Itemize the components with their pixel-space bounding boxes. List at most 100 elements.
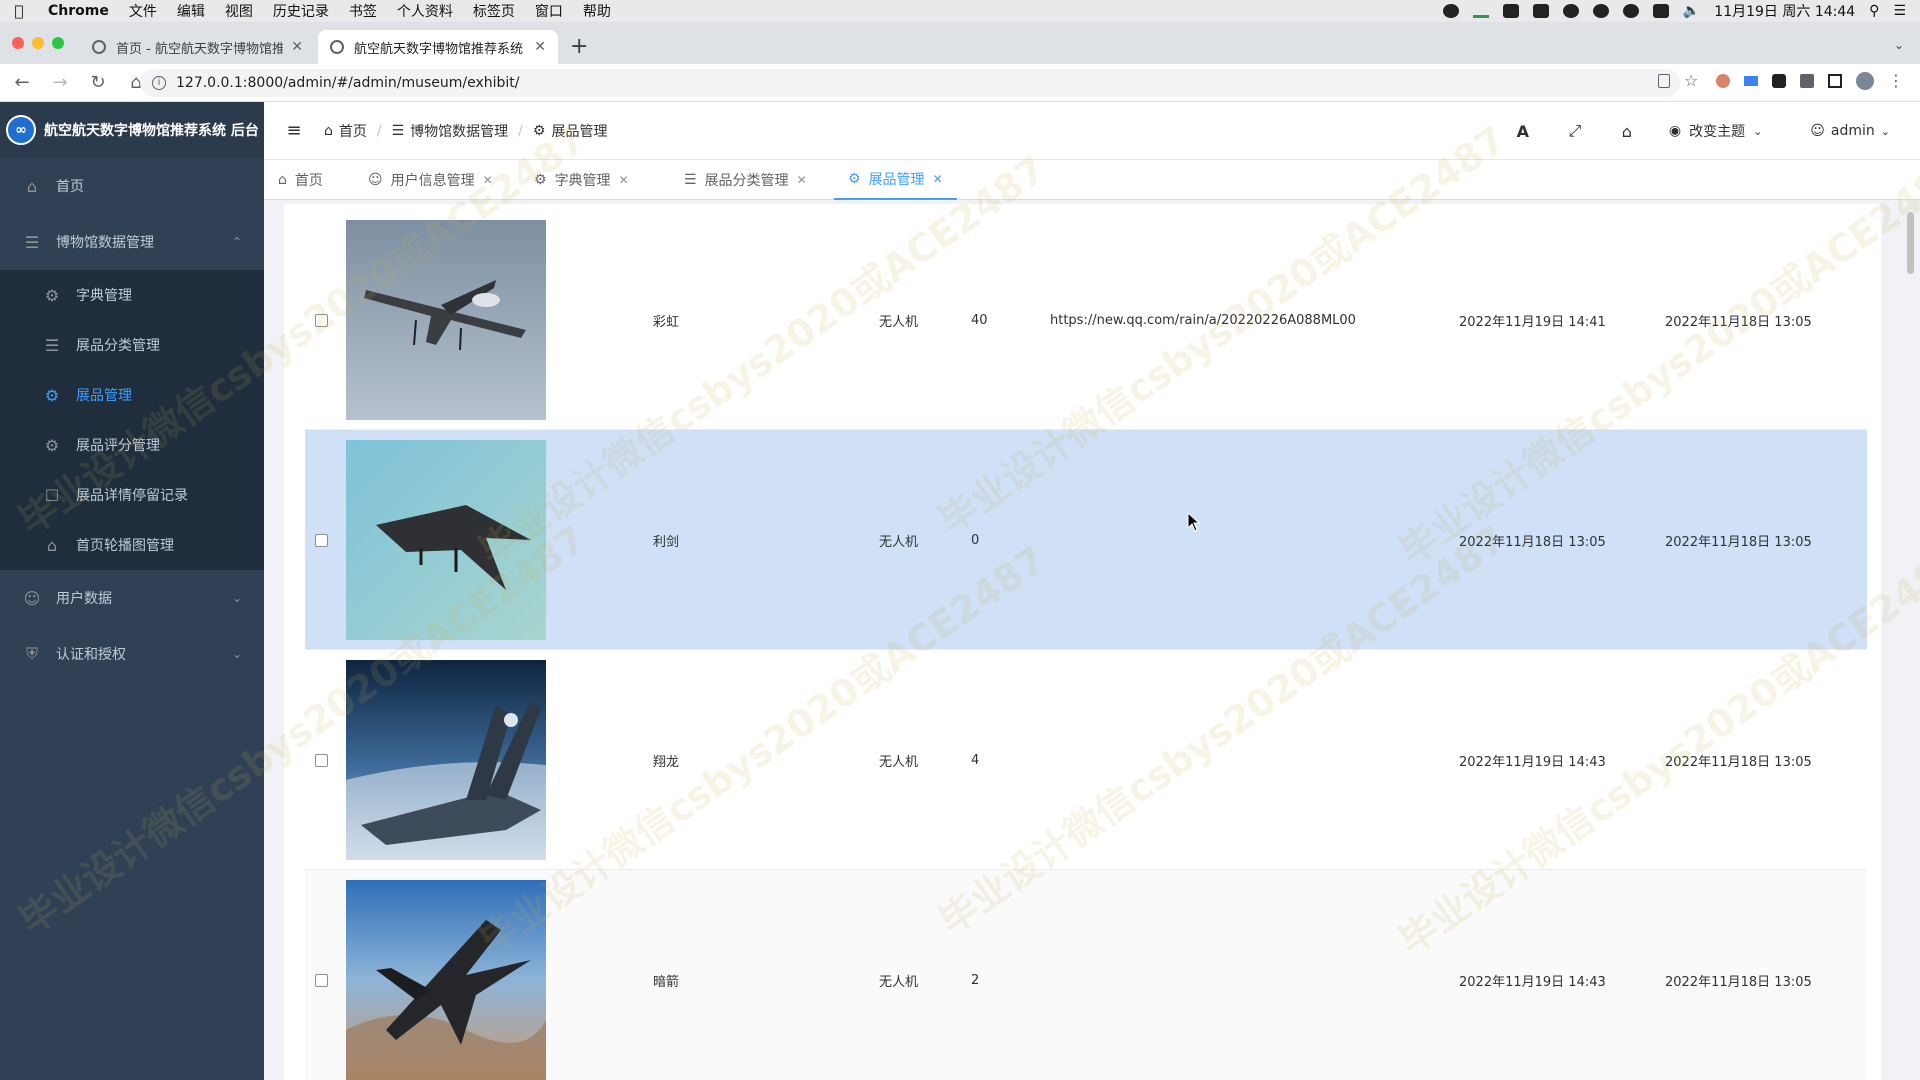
exhibit-updated-time: 2022年11月18日 13:05: [1459, 534, 1606, 550]
menu-view[interactable]: 视图: [215, 1, 263, 21]
browser-tab-admin[interactable]: 航空航天数字博物馆推荐系统 后 ✕: [318, 30, 558, 64]
extension-c-icon[interactable]: [1772, 74, 1786, 88]
hamburger-icon[interactable]: ≡: [264, 120, 324, 141]
wechat-icon[interactable]: [1622, 4, 1639, 18]
reload-icon[interactable]: ↻: [82, 72, 114, 93]
exhibit-thumbnail[interactable]: [346, 660, 546, 860]
sidebar-brand[interactable]: ∞ 航空航天数字博物馆推荐系统 后台: [0, 102, 264, 158]
content-scrollbar[interactable]: [1907, 212, 1914, 274]
profile-avatar[interactable]: [1856, 72, 1874, 90]
menu-edit[interactable]: 编辑: [167, 1, 215, 21]
sidebar-item-exhibit-rating[interactable]: ⚙ 展品评分管理: [0, 420, 264, 470]
menu-tabs[interactable]: 标签页: [463, 1, 525, 21]
font-size-icon[interactable]: A: [1497, 122, 1549, 141]
sidebar-item-exhibit[interactable]: ⚙ 展品管理: [0, 370, 264, 420]
browser-menu-icon[interactable]: ⋮: [1888, 72, 1906, 90]
table-row[interactable]: 暗箭 无人机 2 2022年11月19日 14:43 2022年11月18日 1…: [305, 870, 1867, 1080]
control-center-icon[interactable]: ☰: [1893, 3, 1906, 19]
sidebar-item-exhibit-category[interactable]: ☰ 展品分类管理: [0, 320, 264, 370]
new-tab-icon[interactable]: +: [570, 34, 588, 59]
menu-history[interactable]: 历史记录: [263, 1, 339, 21]
close-window-button[interactable]: [12, 37, 24, 49]
tag-label: 首页: [294, 173, 323, 189]
breadcrumb-museum-data[interactable]: 博物馆数据管理: [410, 121, 508, 141]
exhibit-link[interactable]: https://new.qq.com/rain/a/20220226A088ML…: [1050, 210, 1356, 430]
tag-user-info[interactable]: ☺ 用户信息管理 ✕: [354, 160, 507, 200]
zoom-window-button[interactable]: [52, 37, 64, 49]
theme-switcher[interactable]: ◉ 改变主题 ⌄: [1653, 121, 1786, 141]
close-tag-icon[interactable]: ✕: [933, 172, 943, 186]
address-url[interactable]: 127.0.0.1:8000/admin/#/admin/museum/exhi…: [176, 75, 520, 91]
volume-icon[interactable]: 🔈: [1683, 3, 1700, 19]
site-info-icon[interactable]: i: [152, 76, 166, 90]
signal-icon[interactable]: [1472, 4, 1489, 18]
sidebar-item-exhibit-stay-records[interactable]: ☐ 展品详情停留记录: [0, 470, 264, 520]
sidebar-item-carousel[interactable]: ⌂ 首页轮播图管理: [0, 520, 264, 570]
exhibit-thumbnail[interactable]: [346, 440, 546, 640]
home-icon: ⌂: [46, 535, 58, 555]
close-tab-icon[interactable]: ✕: [291, 39, 303, 55]
minimize-window-button[interactable]: [32, 37, 44, 49]
app-circle-icon[interactable]: [1562, 4, 1579, 18]
extension-a-icon[interactable]: [1716, 74, 1730, 88]
sidebar-group-user-data[interactable]: ☺ 用户数据 ⌄: [0, 570, 264, 626]
menu-file[interactable]: 文件: [119, 1, 167, 21]
home-icon: ⌂: [324, 122, 333, 139]
sidebar-item-dictionary[interactable]: ⚙ 字典管理: [0, 270, 264, 320]
row-checkbox[interactable]: [315, 753, 328, 767]
row-checkbox[interactable]: [315, 313, 328, 327]
exhibit-thumbnail[interactable]: [346, 880, 546, 1080]
spotlight-search-icon[interactable]: ⚲: [1869, 3, 1879, 19]
tag-home[interactable]: ⌂ 首页: [264, 160, 337, 200]
forward-arrow-icon[interactable]: →: [44, 72, 76, 93]
app-w-icon[interactable]: [1532, 4, 1549, 18]
extension-b-icon[interactable]: [1744, 76, 1758, 86]
breadcrumb-current: 展品管理: [551, 123, 608, 140]
close-tag-icon[interactable]: ✕: [619, 173, 629, 187]
list-icon: ☰: [44, 335, 60, 355]
tab-search-chevron-icon[interactable]: ⌄: [1894, 38, 1904, 52]
database-icon: ☰: [24, 232, 40, 252]
record-icon[interactable]: [1442, 4, 1459, 18]
tag-dictionary[interactable]: ⚙ 字典管理 ✕: [520, 160, 643, 200]
bookmark-star-icon[interactable]: ☆: [1684, 72, 1702, 90]
table-row[interactable]: 利剑 无人机 0 2022年11月18日 13:05 2022年11月18日 1…: [305, 430, 1867, 650]
address-bar[interactable]: i 127.0.0.1:8000/admin/#/admin/museum/ex…: [140, 69, 1680, 97]
input-method-icon[interactable]: [1652, 4, 1669, 18]
exhibit-created-time: 2022年11月18日 13:05: [1665, 534, 1812, 550]
sidebar-group-auth[interactable]: ⛨ 认证和授权 ⌄: [0, 626, 264, 682]
table-row[interactable]: 翔龙 无人机 4 2022年11月19日 14:43 2022年11月18日 1…: [305, 650, 1867, 870]
browser-tab-home[interactable]: 首页 - 航空航天数字博物馆推荐系 ✕: [80, 30, 315, 64]
row-checkbox[interactable]: [315, 973, 328, 987]
extensions-puzzle-icon[interactable]: [1800, 74, 1814, 88]
fullscreen-icon[interactable]: ⤢: [1549, 121, 1601, 141]
share-icon[interactable]: [1658, 74, 1670, 88]
menu-app-name[interactable]: Chrome: [38, 3, 119, 19]
row-checkbox[interactable]: [315, 533, 328, 547]
sidebar-item-label: 展品管理: [76, 388, 132, 404]
chat-icon[interactable]: [1592, 4, 1609, 18]
menubar-datetime[interactable]: 11月19日 周六 14:44: [1714, 1, 1855, 21]
close-tag-icon[interactable]: ✕: [483, 173, 493, 187]
breadcrumb-home[interactable]: 首页: [339, 121, 367, 141]
tag-exhibit-category[interactable]: ☰ 展品分类管理 ✕: [670, 160, 821, 200]
close-tab-icon[interactable]: ✕: [534, 39, 546, 55]
sidebar-item-home[interactable]: ⌂ 首页: [0, 158, 264, 214]
user-dropdown[interactable]: ☺ admin ⌄: [1786, 123, 1920, 139]
tag-exhibit[interactable]: ⚙ 展品管理 ✕: [834, 160, 957, 200]
menu-help[interactable]: 帮助: [573, 1, 621, 21]
menu-window[interactable]: 窗口: [525, 1, 573, 21]
menu-bookmarks[interactable]: 书签: [339, 1, 387, 21]
apple-menu-icon[interactable]: : [0, 2, 38, 20]
menu-profile[interactable]: 个人资料: [387, 1, 463, 21]
home-icon[interactable]: ⌂: [1601, 122, 1653, 141]
sidebar-item-label: 首页: [56, 179, 84, 195]
sidebar-group-museum-data[interactable]: ☰ 博物馆数据管理 ⌃: [0, 214, 264, 270]
table-row[interactable]: 彩虹 无人机 40 https://new.qq.com/rain/a/2022…: [305, 210, 1867, 430]
back-arrow-icon[interactable]: ←: [6, 72, 38, 93]
exhibit-category: 无人机: [879, 754, 919, 770]
app-m-icon[interactable]: [1502, 4, 1519, 18]
side-panel-icon[interactable]: [1828, 74, 1842, 88]
exhibit-thumbnail[interactable]: [346, 220, 546, 420]
close-tag-icon[interactable]: ✕: [797, 173, 807, 187]
